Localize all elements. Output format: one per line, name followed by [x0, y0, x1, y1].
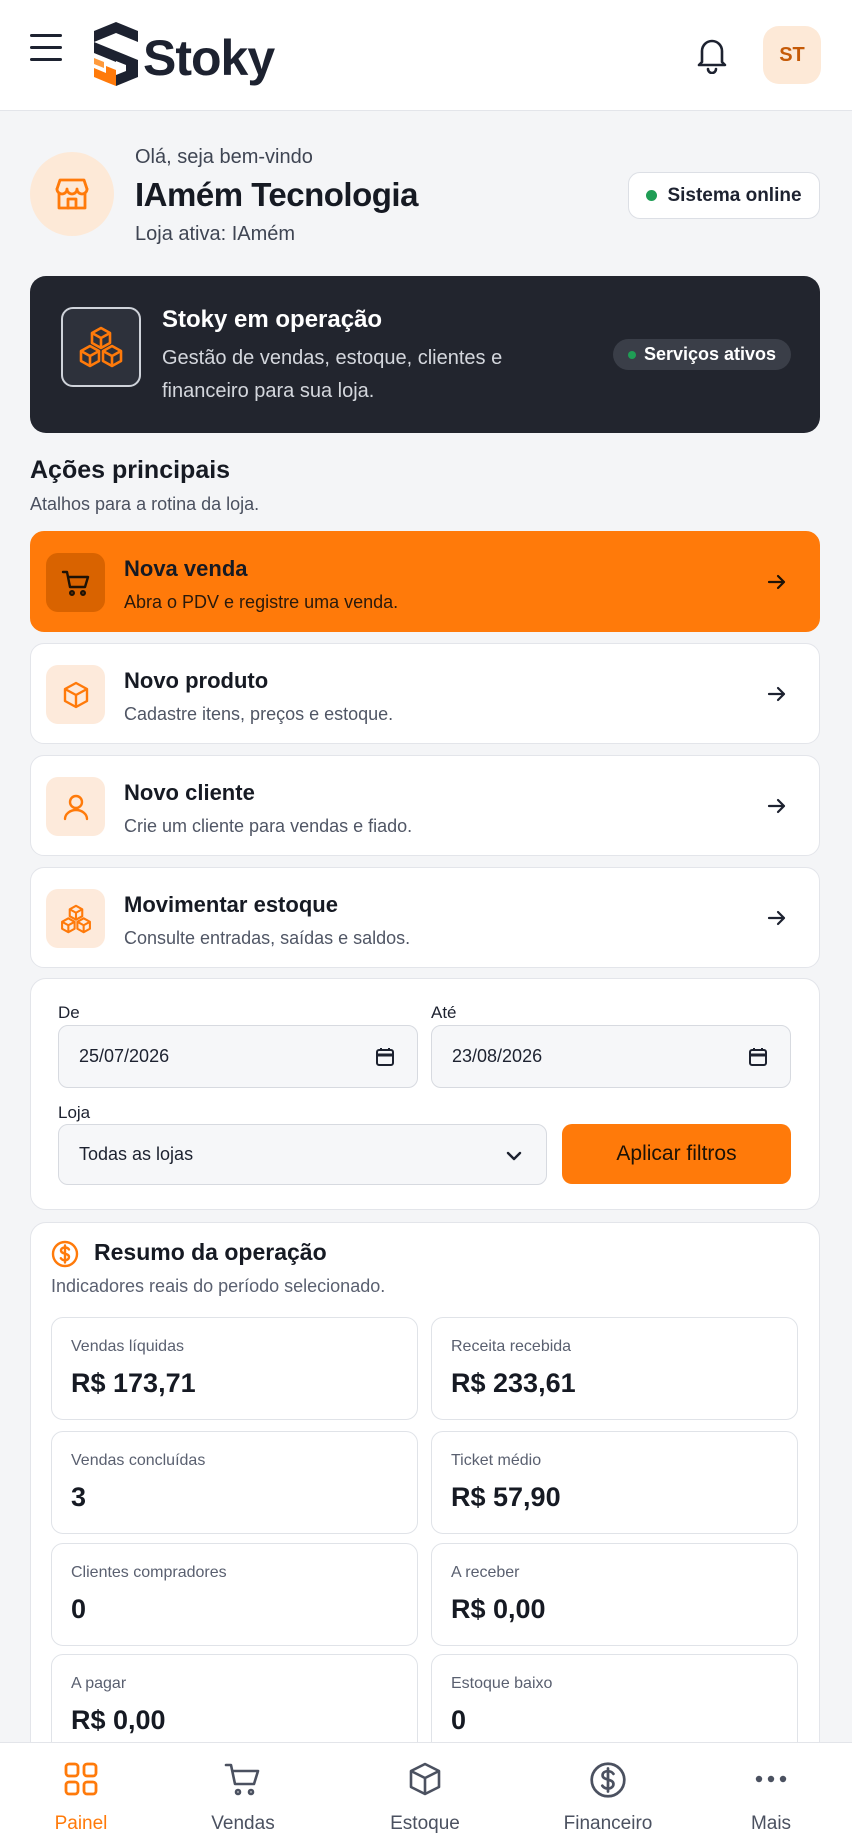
- brand-name: Stoky: [143, 30, 275, 86]
- action-description: Cadastre itens, preços e estoque.: [124, 704, 394, 724]
- bottom-nav: Painel Vendas Estoque Financeiro Mais: [0, 1742, 852, 1846]
- arrow-right-icon: [767, 798, 786, 814]
- new-sale-button[interactable]: Nova venda Abra o PDV e registre uma ven…: [30, 531, 820, 632]
- arrow-right-icon: [767, 574, 786, 590]
- services-text: Serviços ativos: [643, 344, 777, 364]
- new-client-button[interactable]: Novo cliente Crie um cliente para vendas…: [30, 755, 820, 856]
- new-product-button[interactable]: Novo produto Cadastre itens, preços e es…: [30, 643, 820, 744]
- metric-card: Vendas líquidas R$ 173,71: [51, 1317, 418, 1420]
- store-select-value: Todas as lojas: [79, 1144, 194, 1164]
- metric-label: Vendas líquidas: [71, 1338, 184, 1355]
- metric-label: Ticket médio: [451, 1452, 542, 1469]
- banner-title: Stoky em operação: [162, 306, 383, 333]
- move-stock-button[interactable]: Movimentar estoque Consulte entradas, sa…: [30, 867, 820, 968]
- section-subtitle: Atalhos para a rotina da loja.: [30, 494, 260, 514]
- dollar-icon: [590, 1762, 626, 1798]
- metric-value: R$ 57,90: [451, 1482, 561, 1512]
- metric-label: Vendas concluídas: [71, 1452, 206, 1469]
- nav-item-mais[interactable]: Mais: [696, 1743, 846, 1846]
- status-text: Sistema online: [667, 184, 802, 206]
- action-title: Novo produto: [124, 668, 269, 693]
- cart-icon: [224, 1763, 260, 1796]
- nav-item-estoque[interactable]: Estoque: [350, 1743, 500, 1846]
- action-title: Nova venda: [124, 556, 248, 581]
- boxes-icon: [46, 889, 105, 948]
- boxes-icon: [61, 307, 141, 387]
- summary-title: Resumo da operação: [94, 1239, 327, 1265]
- dollar-icon: [51, 1240, 79, 1268]
- app-header: Stoky ST: [0, 0, 852, 111]
- metric-card: Receita recebida R$ 233,61: [431, 1317, 798, 1420]
- to-label: Até: [431, 1003, 457, 1022]
- active-store: Loja ativa: IAmém: [135, 223, 296, 245]
- nav-item-financeiro[interactable]: Financeiro: [533, 1743, 683, 1846]
- arrow-right-icon: [767, 686, 786, 702]
- nav-label: Financeiro: [563, 1813, 653, 1834]
- nav-item-vendas[interactable]: Vendas: [168, 1743, 318, 1846]
- services-badge: Serviços ativos: [613, 339, 791, 370]
- from-label: De: [58, 1003, 80, 1022]
- calendar-icon: [376, 1048, 394, 1066]
- metric-label: Clientes compradores: [71, 1564, 227, 1581]
- nav-label: Estoque: [390, 1813, 460, 1834]
- online-dot-icon: [646, 190, 658, 201]
- action-description: Consulte entradas, saídas e saldos.: [124, 928, 411, 948]
- metric-label: A pagar: [71, 1675, 127, 1692]
- avatar[interactable]: ST: [763, 26, 821, 84]
- arrow-right-icon: [767, 910, 786, 926]
- section-title: Ações principais: [30, 456, 231, 484]
- action-title: Novo cliente: [124, 780, 255, 805]
- menu-icon[interactable]: [30, 34, 64, 64]
- action-description: Crie um cliente para vendas e fiado.: [124, 816, 413, 836]
- status-badge: Sistema online: [628, 172, 820, 219]
- metric-value: 0: [451, 1705, 467, 1735]
- summary-subtitle: Indicadores reais do período selecionado…: [51, 1276, 386, 1296]
- bell-icon[interactable]: [694, 34, 730, 74]
- store-select[interactable]: Todas as lojas: [58, 1124, 547, 1185]
- operation-banner: Stoky em operação Gestão de vendas, esto…: [30, 276, 820, 433]
- nav-label: Painel: [54, 1813, 108, 1834]
- metric-label: Receita recebida: [451, 1338, 572, 1355]
- calendar-icon: [749, 1048, 767, 1066]
- more-icon: [755, 1775, 787, 1783]
- metric-value: R$ 173,71: [71, 1368, 196, 1398]
- metric-card: Ticket médio R$ 57,90: [431, 1431, 798, 1534]
- metric-value: 0: [71, 1594, 87, 1624]
- to-date-value: 23/08/2026: [452, 1046, 543, 1066]
- nav-item-painel[interactable]: Painel: [6, 1743, 156, 1846]
- metric-card: Clientes compradores 0: [51, 1543, 418, 1646]
- store-label: Loja: [58, 1103, 91, 1122]
- metric-card: Vendas concluídas 3: [51, 1431, 418, 1534]
- company-name: IAmém Tecnologia: [135, 176, 418, 213]
- filters-panel: De 25/07/2026 Até 23/08/2026 Loja Todas …: [30, 978, 820, 1210]
- metric-label: A receber: [451, 1564, 520, 1581]
- from-date-value: 25/07/2026: [79, 1046, 170, 1066]
- metric-value: 3: [71, 1482, 87, 1512]
- metric-value: R$ 0,00: [451, 1594, 546, 1624]
- metric-value: R$ 0,00: [71, 1705, 166, 1735]
- nav-label: Mais: [750, 1813, 792, 1834]
- from-date-input[interactable]: 25/07/2026: [58, 1025, 418, 1088]
- action-title: Movimentar estoque: [124, 892, 338, 917]
- to-date-input[interactable]: 23/08/2026: [431, 1025, 791, 1088]
- box-icon: [409, 1762, 441, 1796]
- grid-icon: [64, 1762, 98, 1796]
- stoky-logo-icon: [94, 22, 138, 86]
- chevron-down-icon: [506, 1151, 522, 1161]
- services-dot-icon: [627, 350, 636, 359]
- greeting: Olá, seja bem-vindo: [135, 146, 313, 168]
- banner-description: Gestão de vendas, estoque, clientes e fi…: [162, 347, 503, 402]
- nav-label: Vendas: [211, 1813, 275, 1834]
- metric-value: R$ 233,61: [451, 1368, 576, 1398]
- action-description: Abra o PDV e registre uma venda.: [124, 592, 399, 612]
- metric-card: A receber R$ 0,00: [431, 1543, 798, 1646]
- metric-label: Estoque baixo: [451, 1675, 553, 1692]
- apply-filters-button[interactable]: Aplicar filtros: [562, 1124, 791, 1184]
- cart-icon: [46, 553, 105, 612]
- store-icon: [30, 152, 114, 236]
- user-icon: [46, 777, 105, 836]
- box-icon: [46, 665, 105, 724]
